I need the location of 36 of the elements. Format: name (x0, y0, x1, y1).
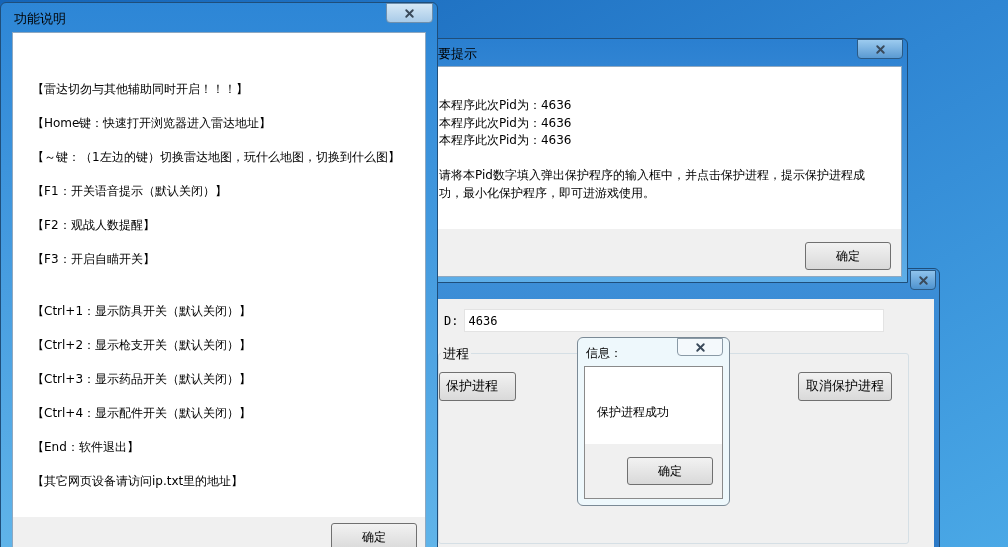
help-text: 【雷达切勿与其他辅助同时开启！！！】 (32, 81, 249, 98)
close-icon (873, 42, 887, 56)
help-text: 【～键：（1左边的键）切换雷达地图，玩什么地图，切换到什么图】 (32, 149, 401, 166)
pid-label: D: (444, 312, 459, 330)
close-button[interactable] (910, 270, 936, 290)
ok-button[interactable]: 确定 (331, 523, 417, 547)
close-button[interactable] (677, 338, 723, 356)
help-text: 【F3：开启自瞄开关】 (32, 251, 156, 268)
window-title: 功能说明 (14, 10, 66, 28)
close-icon (693, 340, 707, 354)
pid-text: 本程序此次Pid为：4636 (439, 132, 573, 149)
close-button[interactable] (386, 3, 433, 23)
help-text: 【Ctrl+2：显示枪支开关（默认关闭）】 (32, 337, 253, 354)
close-icon (403, 6, 416, 20)
help-text: 【Ctrl+3：显示药品开关（默认关闭）】 (32, 371, 253, 388)
pid-text: 本程序此次Pid为：4636 (439, 97, 573, 114)
dialog-title: 信息： (586, 345, 622, 362)
process-button[interactable]: 保护进程 (439, 371, 516, 401)
help-text: 【Ctrl+4：显示配件开关（默认关闭）】 (32, 405, 253, 422)
ok-button[interactable]: 确定 (805, 242, 891, 270)
help-text: 【Home键：快速打开浏览器进入雷达地址】 (32, 115, 273, 132)
help-text: 【其它网页设备请访问ip.txt里的地址】 (32, 473, 245, 490)
window-title: 要提示 (438, 45, 477, 63)
help-text: 【End：软件退出】 (32, 439, 140, 456)
pid-field[interactable]: 4636 (464, 309, 885, 332)
help-text: 【F2：观战人数提醒】 (32, 217, 156, 234)
instruction-text: 请将本Pid数字填入弹出保护程序的输入框中，并点击保护进程，提示保护进程成功，最小化保护程序，即可进游戏使用。 (439, 166, 866, 202)
message-text: 保护进程成功 (597, 405, 669, 419)
ok-button[interactable]: 确定 (627, 457, 713, 485)
process-button[interactable]: 取消保护进程 (798, 371, 892, 401)
help-text: 【Ctrl+1：显示防具开关（默认关闭）】 (32, 303, 253, 320)
group-label: 进程 (442, 345, 470, 363)
help-text: 【F1：开关语音提示（默认关闭）】 (32, 183, 228, 200)
close-button[interactable] (857, 39, 903, 59)
close-icon (916, 273, 930, 287)
pid-text: 本程序此次Pid为：4636 (439, 114, 573, 132)
